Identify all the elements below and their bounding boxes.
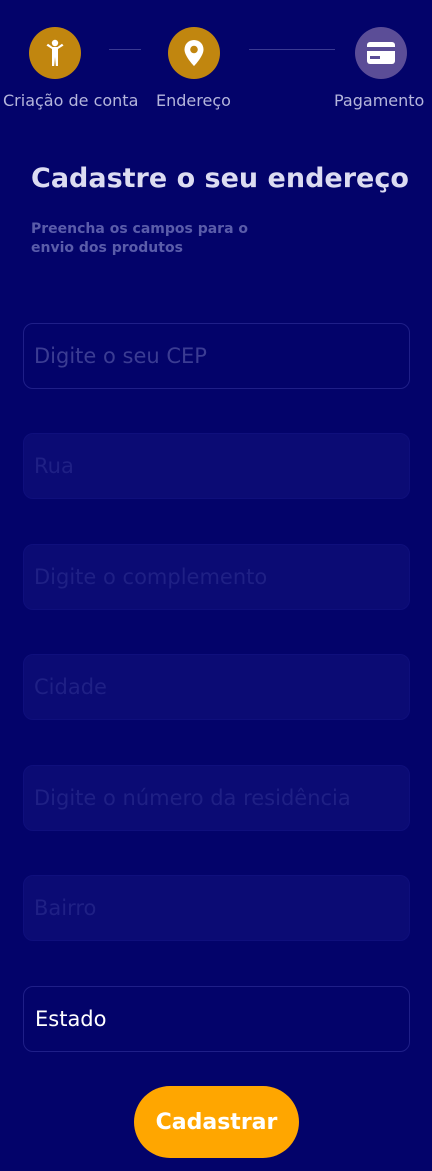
city-field[interactable] — [23, 654, 410, 720]
step-account-indicator — [29, 27, 81, 79]
step-payment-indicator — [355, 27, 407, 79]
location-pin-icon — [184, 40, 204, 66]
step-address-indicator — [168, 27, 220, 79]
cep-field[interactable] — [23, 323, 410, 389]
neighborhood-field[interactable] — [23, 875, 410, 941]
step-label-account: Criação de conta — [3, 91, 139, 110]
step-connector — [109, 49, 141, 50]
state-select-value: Estado — [35, 1007, 107, 1031]
state-select[interactable]: Estado — [23, 986, 410, 1052]
progress-stepper: Criação de conta Endereço Pagamento — [0, 0, 432, 120]
page-subtitle: Preencha os campos para o envio dos prod… — [31, 221, 249, 256]
register-button[interactable]: Cadastrar — [134, 1086, 299, 1158]
person-icon — [46, 39, 64, 66]
complement-field[interactable] — [23, 544, 410, 610]
page-title: Cadastre o seu endereço — [31, 163, 409, 194]
house-number-field[interactable] — [23, 765, 410, 831]
step-connector — [249, 49, 335, 50]
step-label-address: Endereço — [156, 91, 231, 110]
step-label-payment: Pagamento — [334, 91, 425, 110]
street-field[interactable] — [23, 433, 410, 499]
credit-card-icon — [367, 42, 395, 64]
